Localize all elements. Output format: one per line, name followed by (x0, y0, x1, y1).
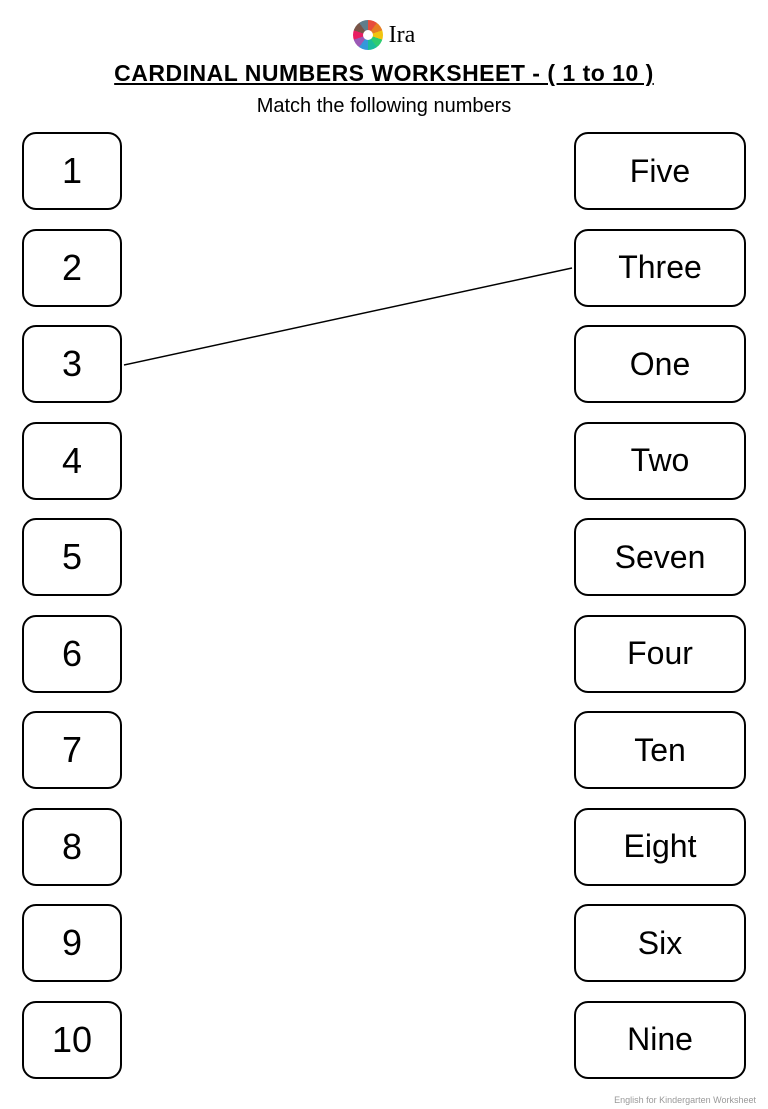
word-box[interactable]: Four (574, 615, 746, 693)
number-box[interactable]: 5 (22, 518, 122, 596)
number-box[interactable]: 9 (22, 904, 122, 982)
header: Ira CARDINAL NUMBERS WORKSHEET - ( 1 to … (0, 20, 768, 118)
number-box[interactable]: 4 (22, 422, 122, 500)
word-box[interactable]: Two (574, 422, 746, 500)
numbers-column: 1 2 3 4 5 6 7 8 9 10 (22, 132, 122, 1099)
footer-text: English for Kindergarten Worksheet (614, 1095, 756, 1105)
number-box[interactable]: 1 (22, 132, 122, 210)
word-box[interactable]: One (574, 325, 746, 403)
word-box[interactable]: Three (574, 229, 746, 307)
word-box[interactable]: Ten (574, 711, 746, 789)
word-box[interactable]: Six (574, 904, 746, 982)
worksheet-subtitle: Match the following numbers (0, 95, 768, 118)
logo-row: Ira (0, 20, 768, 50)
worksheet-page: Ira CARDINAL NUMBERS WORKSHEET - ( 1 to … (0, 0, 768, 1109)
columns: 1 2 3 4 5 6 7 8 9 10 Five Three One Two … (0, 132, 768, 1099)
word-box[interactable]: Seven (574, 518, 746, 596)
number-box[interactable]: 7 (22, 711, 122, 789)
color-wheel-icon (353, 20, 383, 50)
word-box[interactable]: Five (574, 132, 746, 210)
number-box[interactable]: 6 (22, 615, 122, 693)
number-box[interactable]: 2 (22, 229, 122, 307)
word-box[interactable]: Nine (574, 1001, 746, 1079)
logo-text: Ira (389, 22, 416, 49)
number-box[interactable]: 8 (22, 808, 122, 886)
word-box[interactable]: Eight (574, 808, 746, 886)
number-box[interactable]: 10 (22, 1001, 122, 1079)
words-column: Five Three One Two Seven Four Ten Eight … (574, 132, 746, 1099)
worksheet-title: CARDINAL NUMBERS WORKSHEET - ( 1 to 10 ) (0, 60, 768, 87)
number-box[interactable]: 3 (22, 325, 122, 403)
